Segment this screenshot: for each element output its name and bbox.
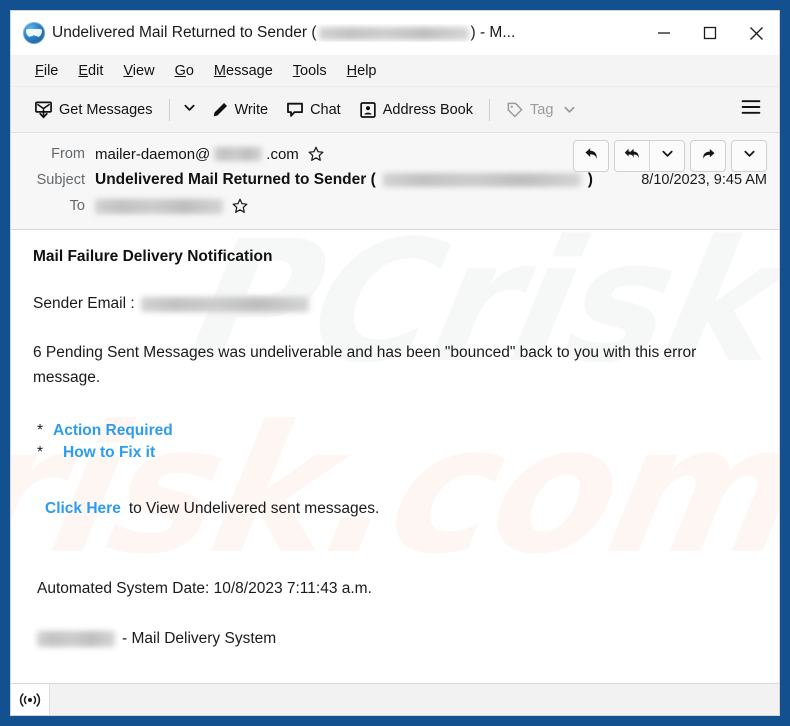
- automated-system-date: Automated System Date: 10/8/2023 7:11:43…: [37, 580, 372, 598]
- to-label: To: [69, 198, 85, 214]
- signature-text: - Mail Delivery System: [122, 630, 277, 648]
- from-label: From: [51, 146, 85, 162]
- reply-button[interactable]: [573, 140, 609, 172]
- chevron-down-icon: [661, 147, 674, 165]
- link-click-here[interactable]: Click Here: [45, 500, 121, 518]
- redacted-to-address: [95, 198, 223, 214]
- tag-label: Tag: [530, 101, 554, 118]
- from-address-prefix: mailer-daemon@: [95, 145, 211, 163]
- window-title-prefix: Undelivered Mail Returned to Sender (: [52, 24, 317, 41]
- get-messages-dropdown[interactable]: [177, 95, 202, 125]
- message-date: 8/10/2023, 9:45 AM: [641, 172, 767, 188]
- redacted-signature-name: [37, 631, 115, 648]
- hamburger-menu-icon: [741, 99, 761, 120]
- window-frame: Undelivered Mail Returned to Sender ( ) …: [10, 10, 780, 716]
- body-heading: Mail Failure Delivery Notification: [33, 248, 273, 265]
- reply-all-dropdown[interactable]: [649, 141, 684, 171]
- status-bar: [11, 683, 779, 715]
- redacted-sender-email: [140, 296, 309, 312]
- redacted-email-title: [318, 26, 469, 40]
- redacted-from-domain: [214, 147, 263, 161]
- application-window: Undelivered Mail Returned to Sender ( ) …: [0, 0, 790, 726]
- subject-label: Subject: [36, 172, 85, 188]
- body-spacer-1: [33, 400, 757, 422]
- address-book-label: Address Book: [382, 101, 473, 118]
- menu-item-help[interactable]: Help: [337, 61, 387, 81]
- toolbar-separator-1: [168, 98, 170, 121]
- chevron-down-icon: [743, 147, 756, 165]
- minimize-icon[interactable]: [641, 11, 687, 55]
- app-menu-button[interactable]: [735, 93, 767, 126]
- signature-row: - Mail Delivery System: [33, 630, 757, 648]
- link-how-to-fix-it[interactable]: How to Fix it: [53, 444, 155, 462]
- bullet-marker: *: [37, 444, 44, 462]
- close-icon[interactable]: [733, 11, 779, 55]
- tag-icon: [506, 101, 524, 119]
- pencil-icon: [211, 101, 229, 119]
- subject-value: Undelivered Mail Returned to Sender (): [95, 171, 627, 189]
- more-actions-dropdown[interactable]: [731, 140, 767, 172]
- reply-arrow-icon: [583, 145, 600, 167]
- address-book-button[interactable]: Address Book: [350, 96, 482, 124]
- chevron-down-icon: [183, 101, 196, 119]
- speech-bubble-icon: [286, 101, 304, 119]
- menu-item-go[interactable]: Go: [165, 61, 204, 81]
- reply-all-button[interactable]: [615, 141, 649, 171]
- message-body-content: Mail Failure Delivery Notification Sende…: [33, 248, 757, 648]
- window-controls: [641, 11, 779, 55]
- star-outline-icon[interactable]: [308, 146, 324, 162]
- cta-row: Click Here to View Undelivered sent mess…: [33, 500, 757, 518]
- reply-all-arrow-icon: [624, 145, 641, 167]
- forward-button[interactable]: [690, 140, 726, 172]
- title-bar: Undelivered Mail Returned to Sender ( ) …: [11, 11, 779, 55]
- write-button[interactable]: Write: [202, 96, 278, 124]
- to-value[interactable]: [95, 198, 767, 214]
- message-action-buttons: [573, 140, 767, 172]
- window-title-suffix: ) - M...: [470, 24, 516, 41]
- cta-rest-text: to View Undelivered sent messages.: [128, 500, 380, 518]
- message-header: From mailer-daemon@ .com Subject Undelive…: [11, 133, 779, 230]
- redacted-subject-email: [382, 173, 581, 187]
- subject-text-suffix: ): [587, 171, 593, 188]
- link-action-required[interactable]: Action Required: [53, 422, 173, 440]
- bullet-marker: *: [37, 422, 44, 440]
- toolbar-separator-2: [489, 98, 490, 121]
- sender-email-row: Sender Email :: [33, 292, 757, 316]
- status-bar-empty-area: [50, 684, 779, 715]
- message-body: PCrisk risk.com Mail Failure Delivery No…: [11, 230, 779, 683]
- body-paragraph: 6 Pending Sent Messages was undeliverabl…: [33, 344, 697, 387]
- from-address-suffix: .com: [266, 145, 299, 163]
- tag-button[interactable]: Tag: [497, 96, 585, 124]
- chevron-down-icon: [563, 103, 576, 116]
- chat-label: Chat: [310, 101, 341, 118]
- star-outline-icon[interactable]: [232, 198, 248, 214]
- get-messages-button[interactable]: Get Messages: [25, 95, 162, 124]
- menu-item-edit[interactable]: Edit: [68, 61, 113, 81]
- menu-item-message[interactable]: Message: [204, 61, 283, 81]
- get-messages-label: Get Messages: [59, 101, 153, 118]
- subject-text-prefix: Undelivered Mail Returned to Sender (: [95, 171, 376, 188]
- sender-email-label: Sender Email :: [33, 295, 135, 312]
- chat-button[interactable]: Chat: [277, 96, 350, 124]
- maximize-icon[interactable]: [687, 11, 733, 55]
- message-header-to-row: To: [23, 193, 767, 219]
- menu-bar: File Edit View Go Message Tools Help: [11, 55, 779, 87]
- main-toolbar: Get Messages Write Chat Address Book Tag: [11, 87, 779, 133]
- window-title: Undelivered Mail Returned to Sender ( ) …: [52, 24, 641, 42]
- menu-item-view[interactable]: View: [113, 61, 164, 81]
- reply-all-group: [614, 140, 685, 172]
- menu-item-file[interactable]: File: [25, 61, 68, 81]
- thunderbird-icon: [23, 22, 45, 44]
- write-label: Write: [234, 101, 269, 118]
- connection-online-icon[interactable]: [11, 684, 50, 715]
- bullet-how-to-fix: * How to Fix it: [33, 444, 757, 462]
- menu-item-tools[interactable]: Tools: [283, 61, 337, 81]
- bullet-action-required: * Action Required: [33, 422, 757, 440]
- download-mail-icon: [34, 100, 53, 119]
- contact-card-icon: [359, 101, 377, 119]
- forward-arrow-icon: [700, 145, 717, 167]
